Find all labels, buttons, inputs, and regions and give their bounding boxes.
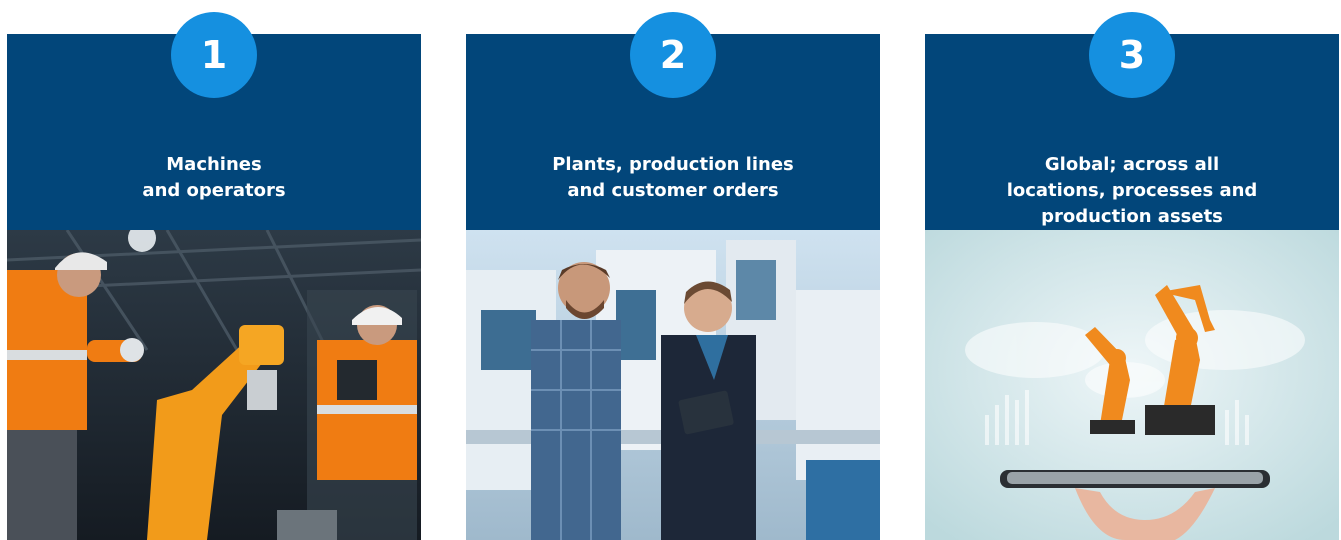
industrial-workers-robot-arm-photo	[7, 230, 421, 540]
card-title-line: Machines	[166, 154, 262, 175]
factory-managers-tablet-photo	[466, 230, 880, 540]
robot-arm-on-smartphone-photo	[925, 230, 1339, 540]
card-global-assets: 3 Global; across all locations, processe…	[925, 0, 1339, 540]
card-title-line: locations, processes and	[1006, 180, 1258, 201]
card-title-line: production assets	[1041, 206, 1223, 227]
card-title-line: Global; across all	[1044, 154, 1220, 175]
step-number-badge: 1	[171, 12, 257, 98]
card-title: Global; across all locations, processes …	[945, 152, 1319, 230]
card-title: Plants, production lines and customer or…	[486, 152, 860, 204]
card-plants-production: 2 Plants, production lines and customer …	[466, 0, 880, 540]
card-title-line: and operators	[142, 180, 286, 201]
card-title-line: and customer orders	[567, 180, 779, 201]
step-number-badge: 2	[630, 12, 716, 98]
card-machines-operators: 1 Machines and operators	[7, 0, 421, 540]
card-title: Machines and operators	[27, 152, 401, 204]
card-title-line: Plants, production lines	[552, 154, 794, 175]
step-number-badge: 3	[1089, 12, 1175, 98]
